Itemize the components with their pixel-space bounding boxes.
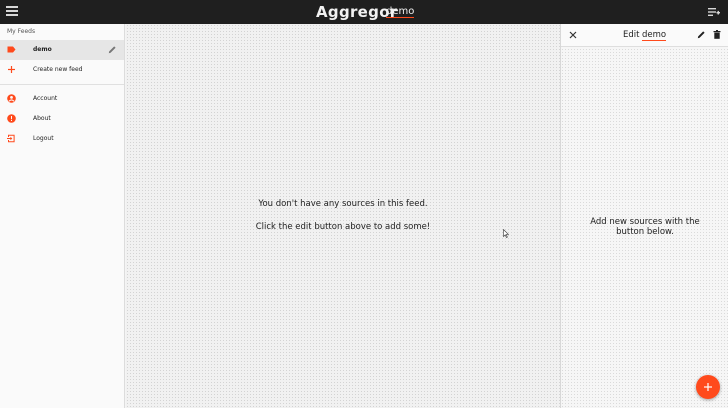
pencil-icon[interactable] [108,45,117,54]
sidebar: My Feeds demo Create new feed Account Ab… [0,24,125,408]
sidebar-item-label: About [33,115,51,122]
empty-state-hint: Click the edit button above to add some! [255,222,431,232]
add-source-button[interactable] [696,375,720,399]
sidebar-item-account[interactable]: Account [0,89,124,109]
logout-icon [7,134,15,143]
edit-panel-message: Add new sources with the button below. [590,217,700,237]
plus-icon [8,66,15,73]
empty-state-message: You don't have any sources in this feed. [258,199,428,209]
plus-icon [704,383,712,391]
edit-feed-panel: Edit demo Add new sources with the butto… [560,24,728,408]
info-icon [7,114,16,123]
sidebar-item-create-feed[interactable]: Create new feed [0,60,124,80]
sidebar-item-demo[interactable]: demo [0,40,124,60]
sidebar-item-label: Logout [33,135,54,142]
trash-icon[interactable] [713,30,721,39]
queue-icon[interactable] [708,7,720,17]
pencil-icon[interactable] [697,30,706,39]
sidebar-item-label: Account [33,95,58,102]
edit-panel-feed-name[interactable]: demo [642,30,667,41]
top-app-bar: Aggregor demo [0,0,728,24]
close-icon[interactable] [569,31,577,39]
edit-panel-header: Edit demo [561,24,728,47]
sidebar-item-label: Create new feed [33,66,83,73]
tag-icon [7,46,16,53]
sidebar-item-about[interactable]: About [0,109,124,129]
sidebar-divider [0,84,124,85]
menu-icon[interactable] [6,6,18,18]
account-icon [7,94,16,103]
sidebar-item-logout[interactable]: Logout [0,129,124,149]
feed-content-area: You don't have any sources in this feed.… [126,24,560,408]
mouse-cursor-icon [503,229,509,238]
sidebar-header: My Feeds [7,28,36,35]
sidebar-item-label: demo [33,46,52,53]
current-feed-name[interactable]: demo [386,6,415,18]
edit-panel-title: Edit [623,30,640,40]
